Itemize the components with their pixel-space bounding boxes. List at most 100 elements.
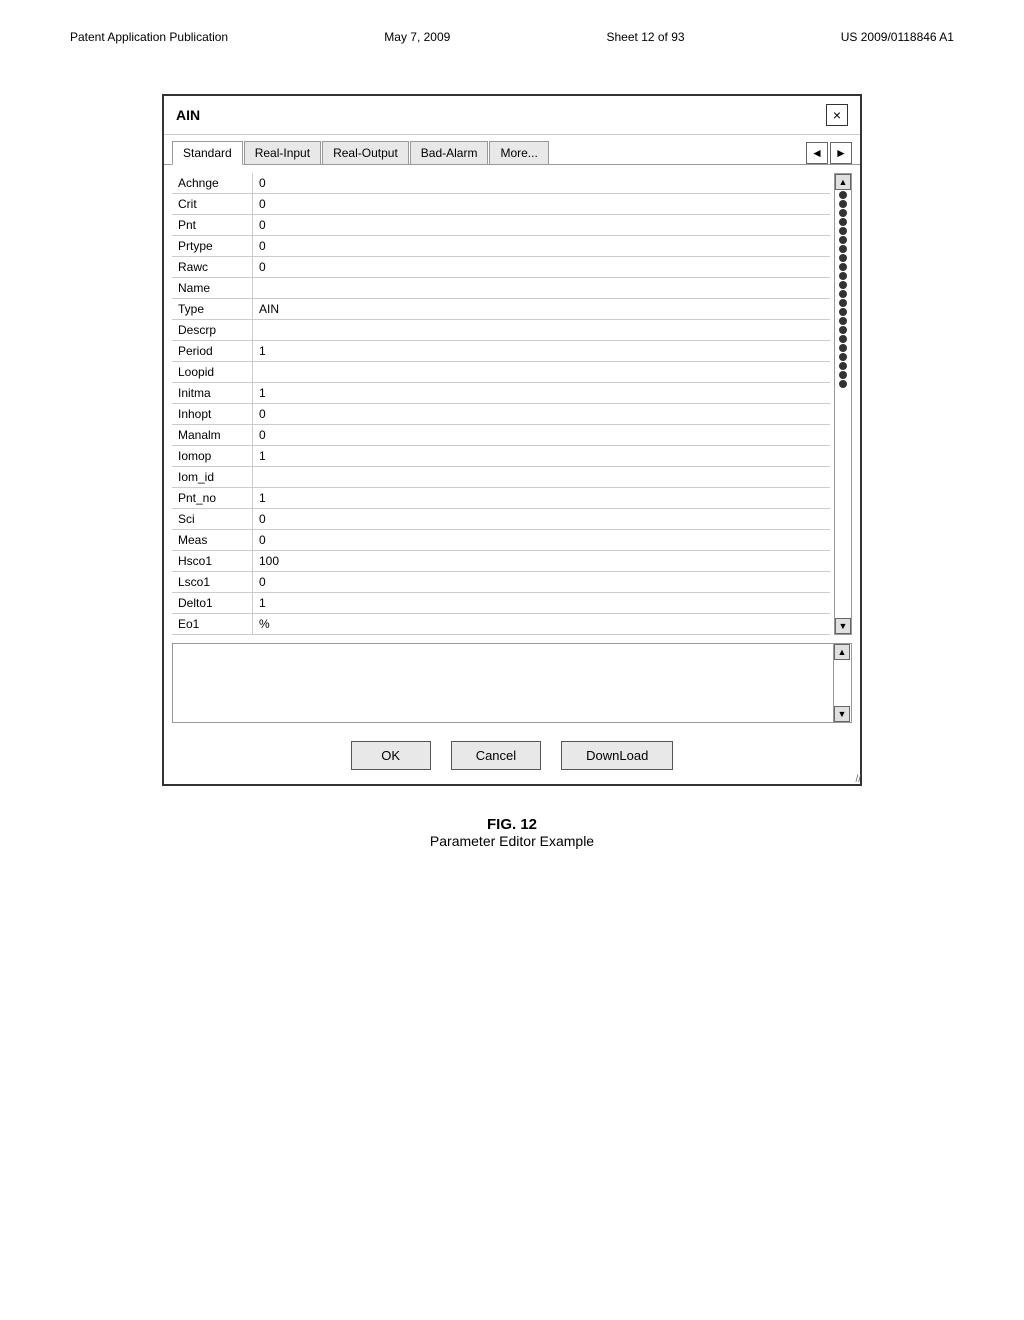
param-row: Eo1 (172, 614, 830, 635)
param-value-input[interactable] (252, 383, 830, 403)
param-value-input[interactable] (252, 194, 830, 214)
dialog-title: AIN (176, 107, 200, 123)
param-row: Manalm (172, 425, 830, 446)
tab-standard[interactable]: Standard (172, 141, 243, 165)
param-row: Initma (172, 383, 830, 404)
param-value-input[interactable] (252, 530, 830, 550)
scroll-dot (839, 200, 847, 208)
patent-sheet: Sheet 12 of 93 (607, 30, 685, 44)
tab-next-button[interactable]: ► (830, 142, 852, 164)
ok-button[interactable]: OK (351, 741, 431, 770)
param-value-input[interactable] (252, 341, 830, 361)
scroll-dot (839, 227, 847, 235)
params-scrollbar[interactable]: ▲ ▼ (834, 173, 852, 635)
param-value-input[interactable] (252, 404, 830, 424)
close-button[interactable]: × (826, 104, 848, 126)
param-value-input[interactable] (252, 425, 830, 445)
param-value-input[interactable] (252, 278, 830, 298)
param-label: Pnt (172, 215, 252, 235)
lower-scroll-up-button[interactable]: ▲ (834, 644, 850, 660)
lower-panel: ▲ ▼ (172, 643, 852, 723)
scroll-dot (839, 281, 847, 289)
param-value-input[interactable] (252, 446, 830, 466)
patent-date: May 7, 2009 (384, 30, 450, 44)
param-row: Loopid (172, 362, 830, 383)
cancel-button[interactable]: Cancel (451, 741, 541, 770)
param-value-input[interactable] (252, 257, 830, 277)
scroll-dot (839, 371, 847, 379)
param-label: Descrp (172, 320, 252, 340)
dialog: AIN × Standard Real-Input Real-Output Ba… (162, 94, 862, 786)
page: Patent Application Publication May 7, 20… (0, 0, 1024, 1320)
patent-left-label: Patent Application Publication (70, 30, 228, 44)
param-row: Delto1 (172, 593, 830, 614)
param-value-input[interactable] (252, 236, 830, 256)
param-label: Hsco1 (172, 551, 252, 571)
param-value-input[interactable] (252, 614, 830, 634)
resize-corner[interactable]: // (846, 770, 862, 786)
tab-more[interactable]: More... (489, 141, 548, 164)
scroll-dot (839, 380, 847, 388)
dialog-container: AIN × Standard Real-Input Real-Output Ba… (162, 74, 862, 786)
param-label: Eo1 (172, 614, 252, 634)
dialog-titlebar: AIN × (164, 96, 860, 135)
lower-panel-content (173, 644, 833, 722)
param-row: Meas (172, 530, 830, 551)
param-value-input[interactable] (252, 215, 830, 235)
param-label: Initma (172, 383, 252, 403)
patent-header: Patent Application Publication May 7, 20… (60, 30, 964, 44)
scroll-up-button[interactable]: ▲ (835, 174, 851, 190)
param-value-input[interactable] (252, 299, 830, 319)
scroll-track (835, 190, 851, 618)
param-value-input[interactable] (252, 572, 830, 592)
download-button[interactable]: DownLoad (561, 741, 673, 770)
param-value-input[interactable] (252, 467, 830, 487)
button-bar: OK Cancel DownLoad (164, 731, 860, 784)
param-row: Iomop (172, 446, 830, 467)
lower-scroll-down-button[interactable]: ▼ (834, 706, 850, 722)
param-label: Type (172, 299, 252, 319)
param-row: Type (172, 299, 830, 320)
scroll-dot (839, 263, 847, 271)
param-value-input[interactable] (252, 362, 830, 382)
param-value-input[interactable] (252, 488, 830, 508)
scroll-dot (839, 299, 847, 307)
param-value-input[interactable] (252, 551, 830, 571)
param-label: Inhopt (172, 404, 252, 424)
param-row: Hsco1 (172, 551, 830, 572)
scroll-dot (839, 317, 847, 325)
param-value-input[interactable] (252, 593, 830, 613)
scroll-dot (839, 290, 847, 298)
lower-panel-scrollbar: ▲ ▼ (833, 644, 851, 722)
scroll-dot (839, 218, 847, 226)
figure-caption: FIG. 12 Parameter Editor Example (430, 816, 594, 849)
figure-caption-text: Parameter Editor Example (430, 833, 594, 849)
param-row: Period (172, 341, 830, 362)
param-row: Pnt_no (172, 488, 830, 509)
scroll-down-button[interactable]: ▼ (835, 618, 851, 634)
param-value-input[interactable] (252, 320, 830, 340)
dialog-body: AchngeCritPntPrtypeRawcNameTypeDescrpPer… (164, 165, 860, 643)
scroll-dot (839, 353, 847, 361)
scroll-dot (839, 209, 847, 217)
param-label: Meas (172, 530, 252, 550)
tab-nav: ◄ ► (806, 142, 852, 164)
tab-bad-alarm[interactable]: Bad-Alarm (410, 141, 489, 164)
param-row: Prtype (172, 236, 830, 257)
param-row: Crit (172, 194, 830, 215)
tab-real-output[interactable]: Real-Output (322, 141, 409, 164)
param-label: Achnge (172, 173, 252, 193)
param-label: Period (172, 341, 252, 361)
param-value-input[interactable] (252, 509, 830, 529)
param-label: Iomop (172, 446, 252, 466)
params-table: AchngeCritPntPrtypeRawcNameTypeDescrpPer… (172, 173, 830, 635)
scroll-dot (839, 236, 847, 244)
param-row: Iom_id (172, 467, 830, 488)
tab-prev-button[interactable]: ◄ (806, 142, 828, 164)
param-row: Inhopt (172, 404, 830, 425)
tab-real-input[interactable]: Real-Input (244, 141, 321, 164)
param-row: Pnt (172, 215, 830, 236)
param-value-input[interactable] (252, 173, 830, 193)
scroll-dot (839, 245, 847, 253)
scroll-dot (839, 326, 847, 334)
